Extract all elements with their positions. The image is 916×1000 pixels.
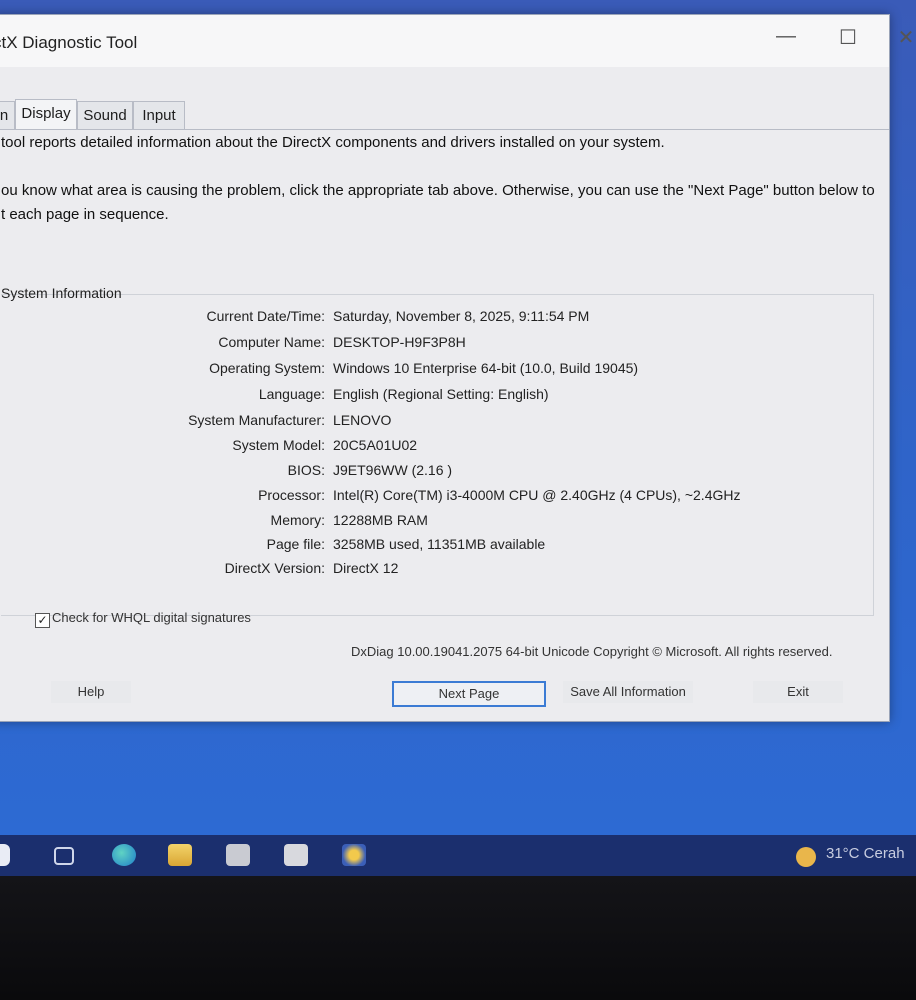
maximize-button[interactable]: ☐	[833, 25, 863, 50]
info-row: Current Date/Time: Saturday, November 8,…	[0, 308, 873, 328]
info-label: System Model:	[232, 437, 325, 453]
close-button[interactable]: ✕	[891, 25, 916, 50]
exit-button[interactable]: Exit	[753, 681, 843, 703]
info-row: System Manufacturer: LENOVO	[0, 412, 873, 432]
info-value: Intel(R) Core(TM) i3-4000M CPU @ 2.40GHz…	[333, 487, 741, 503]
intro-text-2: ou know what area is causing the problem…	[1, 182, 875, 199]
info-row: System Model: 20C5A01U02	[0, 437, 873, 457]
info-value: English (Regional Setting: English)	[333, 386, 549, 402]
file-explorer-icon[interactable]	[168, 844, 192, 866]
whql-checkbox[interactable]: ✓	[35, 613, 50, 628]
info-value: LENOVO	[333, 412, 392, 428]
app-icon[interactable]	[226, 844, 250, 866]
tab-sound[interactable]: Sound	[77, 101, 133, 129]
info-label: Operating System:	[209, 360, 325, 376]
dxdiag-icon[interactable]	[342, 844, 366, 866]
info-value: 3258MB used, 11351MB available	[333, 536, 546, 552]
system-information-heading: System Information	[1, 285, 122, 301]
info-label: Page file:	[266, 536, 325, 552]
info-row: Language: English (Regional Setting: Eng…	[0, 386, 873, 406]
title-bar[interactable]: ctX Diagnostic Tool — ☐ ✕	[0, 15, 914, 67]
info-label: Language:	[258, 386, 325, 402]
window-title: ctX Diagnostic Tool	[0, 33, 138, 52]
info-label: BIOS:	[287, 462, 325, 478]
edge-icon[interactable]	[112, 844, 136, 866]
info-label: System Manufacturer:	[188, 412, 325, 428]
info-value: Windows 10 Enterprise 64-bit (10.0, Buil…	[333, 360, 639, 376]
info-row: Page file: 3258MB used, 11351MB availabl…	[0, 536, 873, 556]
info-label: Computer Name:	[218, 334, 325, 350]
weather-icon[interactable]	[796, 847, 816, 867]
info-value: DESKTOP-H9F3P8H	[333, 334, 466, 350]
info-row: Memory: 12288MB RAM	[0, 512, 873, 532]
info-row: DirectX Version: DirectX 12	[0, 560, 873, 580]
info-label: DirectX Version:	[224, 560, 325, 576]
info-label: Memory:	[270, 512, 325, 528]
minimize-button[interactable]: —	[771, 25, 801, 48]
tab-input[interactable]: Input	[133, 101, 185, 129]
tab-display[interactable]: Display	[15, 99, 77, 129]
info-row: Processor: Intel(R) Core(TM) i3-4000M CP…	[0, 487, 873, 507]
dxdiag-window: ctX Diagnostic Tool — ☐ ✕ n Display Soun…	[0, 14, 914, 722]
info-value: 12288MB RAM	[333, 512, 428, 528]
laptop-bezel	[0, 876, 916, 1000]
info-value: DirectX 12	[333, 560, 399, 576]
help-button[interactable]: Help	[51, 681, 131, 703]
info-row: BIOS: J9ET96WW (2.16 )	[0, 462, 873, 482]
taskbar: 31°C Cerah	[0, 835, 916, 876]
info-label: Current Date/Time:	[206, 308, 325, 324]
app-icon-2[interactable]	[284, 844, 308, 866]
next-page-button[interactable]: Next Page	[392, 681, 546, 707]
intro-text: tool reports detailed information about …	[1, 134, 665, 151]
tab-strip: n Display Sound Input	[0, 99, 889, 130]
copyright-text: DxDiag 10.00.19041.2075 64-bit Unicode C…	[351, 644, 833, 659]
info-row: Operating System: Windows 10 Enterprise …	[0, 360, 873, 380]
task-view-icon[interactable]	[54, 847, 74, 865]
intro-text-3: t each page in sequence.	[1, 206, 169, 223]
weather-text[interactable]: 31°C Cerah	[826, 845, 905, 862]
start-button[interactable]	[0, 844, 10, 866]
whql-checkbox-row[interactable]: ✓ Check for WHQL digital signatures	[35, 610, 251, 628]
system-tab-panel: tool reports detailed information about …	[0, 130, 889, 720]
info-value: Saturday, November 8, 2025, 9:11:54 PM	[333, 308, 590, 324]
info-value: 20C5A01U02	[333, 437, 418, 453]
tab-system[interactable]: n	[0, 101, 15, 129]
save-all-information-button[interactable]: Save All Information	[563, 681, 693, 703]
info-label: Processor:	[258, 487, 325, 503]
info-row: Computer Name: DESKTOP-H9F3P8H	[0, 334, 873, 354]
whql-checkbox-label: Check for WHQL digital signatures	[52, 610, 251, 625]
info-value: J9ET96WW (2.16 )	[333, 462, 453, 478]
